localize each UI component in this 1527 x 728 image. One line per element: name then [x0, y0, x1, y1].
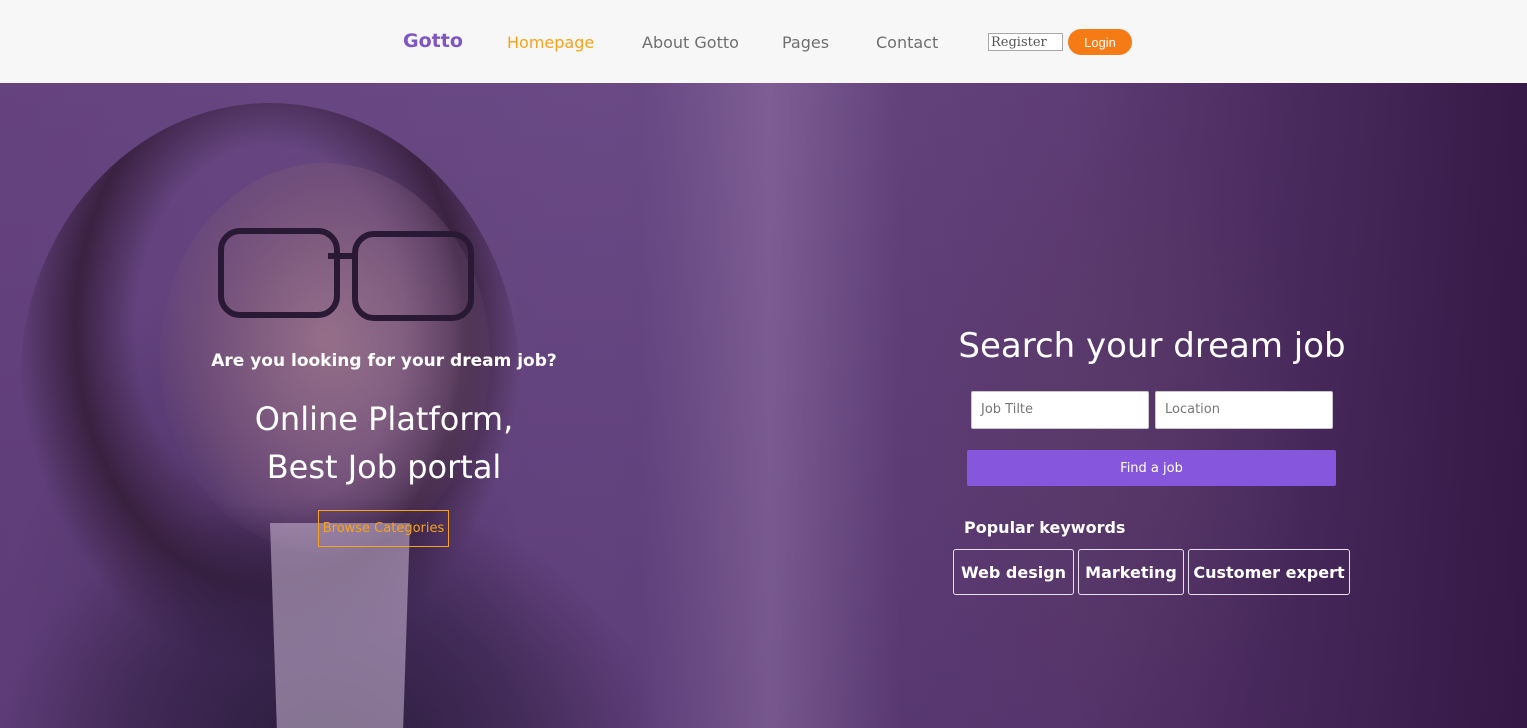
keyword-customer-expert[interactable]: Customer expert: [1188, 549, 1350, 595]
hero-section: Are you looking for your dream job? Onli…: [0, 83, 1527, 728]
keyword-web-design[interactable]: Web design: [953, 549, 1074, 595]
hero-headline-line1: Online Platform,: [254, 400, 514, 438]
register-button[interactable]: Register: [988, 33, 1063, 51]
browse-categories-button[interactable]: Browse Categories: [318, 510, 449, 547]
nav-homepage[interactable]: Homepage: [507, 33, 594, 52]
hero-headline-line2: Best Job portal: [266, 448, 502, 486]
hero-photo-glasses: [328, 253, 354, 259]
search-title: Search your dream job: [958, 326, 1346, 366]
keyword-marketing[interactable]: Marketing: [1078, 549, 1184, 595]
job-title-input[interactable]: Job Tilte: [971, 391, 1149, 429]
nav-contact[interactable]: Contact: [876, 33, 938, 52]
hero-photo-glasses: [352, 231, 474, 321]
location-input[interactable]: Location: [1155, 391, 1333, 429]
logo[interactable]: Gotto: [403, 30, 463, 52]
nav-about[interactable]: About Gotto: [642, 33, 739, 52]
popular-keywords-label: Popular keywords: [964, 518, 1126, 537]
hero-photo-glasses: [218, 228, 340, 318]
hero-headline: Online Platform, Best Job portal: [0, 395, 768, 491]
nav-pages[interactable]: Pages: [782, 33, 829, 52]
top-nav-bar: Gotto Homepage About Gotto Pages Contact…: [0, 0, 1527, 83]
hero-photo-shirt: [270, 523, 410, 728]
login-button[interactable]: Login: [1068, 29, 1132, 55]
find-job-button[interactable]: Find a job: [967, 450, 1336, 486]
hero-subtitle: Are you looking for your dream job?: [211, 351, 557, 371]
